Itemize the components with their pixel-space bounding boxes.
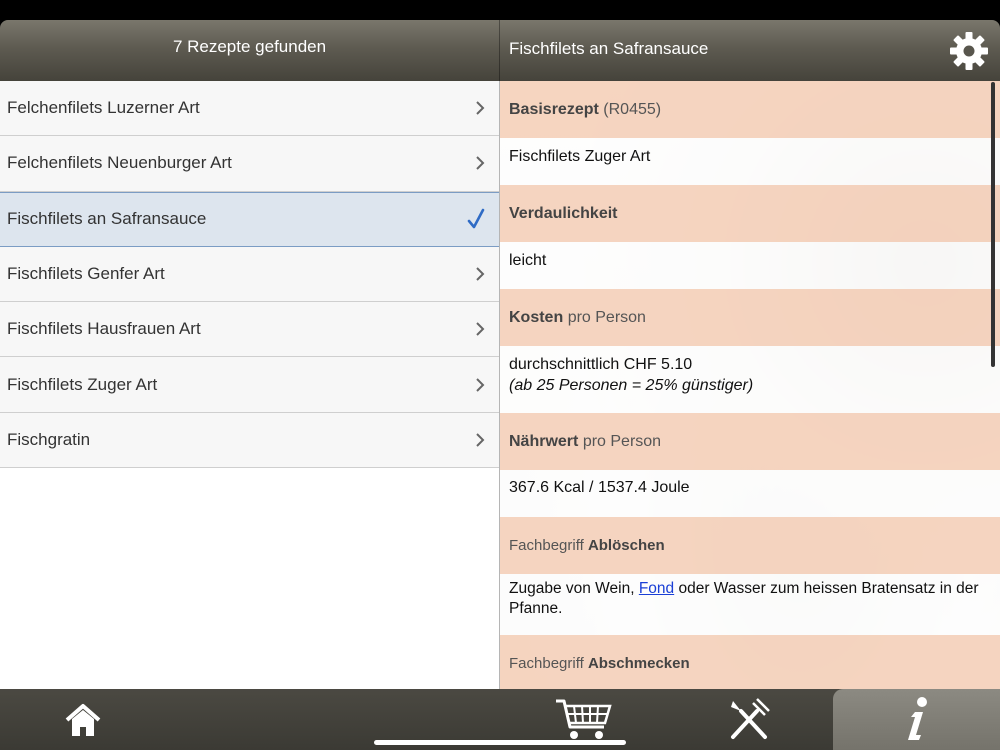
fork-knife-icon	[731, 698, 770, 739]
chevron-right-icon	[476, 156, 485, 171]
header-divider	[499, 20, 500, 81]
digestibility-value: leicht	[509, 252, 547, 269]
section-title: Basisrezept	[509, 100, 599, 118]
section-header-naehrwert: Nährwert pro Person	[500, 413, 1000, 470]
section-prefix: Fachbegriff	[509, 655, 584, 672]
cost-value: durchschnittlich CHF 5.10	[509, 356, 693, 373]
nutrition-value: 367.6 Kcal / 1537.4 Joule	[509, 479, 690, 496]
tab-info[interactable]	[833, 689, 1000, 750]
recipe-row[interactable]: Felchenfilets Luzerner Art	[0, 81, 499, 137]
tab-home[interactable]	[0, 689, 166, 750]
recipe-label: Felchenfilets Luzerner Art	[7, 98, 200, 118]
status-bar	[0, 0, 1000, 20]
recipe-detail-pane[interactable]: Basisrezept (R0455) Fischfilets Zuger Ar…	[500, 81, 1000, 689]
section-title: Verdaulichkeit	[509, 204, 618, 222]
info-icon	[908, 697, 927, 740]
detail-title: Fischfilets an Safransauce	[509, 39, 709, 58]
chevron-right-icon	[476, 322, 485, 337]
checkmark-icon	[467, 208, 485, 229]
recipe-row-selected[interactable]: Fischfilets an Safransauce	[0, 191, 499, 247]
recipe-row[interactable]: Fischfilets Zuger Art	[0, 357, 499, 413]
recipe-label: Fischgratin	[7, 429, 91, 449]
gear-icon[interactable]	[947, 29, 991, 73]
section-body-naehrwert: 367.6 Kcal / 1537.4 Joule	[500, 470, 1000, 517]
section-header-kosten: Kosten pro Person	[500, 289, 1000, 346]
recipe-list: Felchenfilets Luzerner Art Felchenfilets…	[0, 81, 499, 689]
section-header-fachbegriff-abloeschen: Fachbegriff Ablöschen	[500, 517, 1000, 574]
chevron-right-icon	[476, 267, 485, 281]
base-recipe-value: Fischfilets Zuger Art	[509, 148, 651, 165]
recipe-row[interactable]: Fischfilets Hausfrauen Art	[0, 302, 499, 358]
chevron-right-icon	[476, 101, 485, 115]
section-header-verdaulichkeit: Verdaulichkeit	[500, 185, 1000, 242]
section-body-verdaulichkeit: leicht	[500, 242, 1000, 289]
recipe-label: Fischfilets Genfer Art	[7, 264, 165, 284]
section-body-kosten: durchschnittlich CHF 5.10 (ab 25 Persone…	[500, 346, 1000, 413]
chevron-right-icon	[476, 377, 485, 392]
recipe-label: Fischfilets Hausfrauen Art	[7, 319, 201, 339]
fond-link[interactable]: Fond	[639, 580, 674, 597]
term-text: Zugabe von Wein,	[509, 580, 639, 597]
recipe-row[interactable]: Fischgratin	[0, 412, 499, 469]
section-header-basisrezept: Basisrezept (R0455)	[500, 81, 1000, 138]
section-body-basisrezept: Fischfilets Zuger Art	[500, 138, 1000, 185]
recipe-label: Fischfilets Zuger Art	[7, 374, 158, 394]
section-prefix: Fachbegriff	[509, 537, 584, 554]
section-title: Nährwert	[509, 432, 579, 450]
tab-recipes[interactable]	[666, 689, 832, 750]
term-title: Ablöschen	[587, 537, 665, 554]
recipe-row[interactable]: Felchenfilets Neuenburger Art	[0, 136, 499, 192]
home-indicator	[374, 740, 626, 745]
recipe-label: Fischfilets an Safransauce	[7, 209, 207, 229]
section-body-fachbegriff-abloeschen: Zugabe von Wein, Fond oder Wasser zum he…	[500, 574, 1000, 635]
recipe-code: (R0455)	[603, 100, 662, 118]
recipe-label: Felchenfilets Neuenburger Art	[7, 153, 232, 173]
chevron-right-icon	[476, 433, 485, 447]
scrollbar[interactable]	[991, 82, 995, 367]
section-suffix: pro Person	[582, 432, 662, 450]
section-header-fachbegriff-abschmecken: Fachbegriff Abschmecken	[500, 635, 1000, 689]
section-title: Kosten	[509, 308, 564, 326]
section-suffix: pro Person	[567, 308, 646, 326]
cost-note: (ab 25 Personen = 25% günstiger)	[509, 377, 754, 394]
shopping-cart-icon	[556, 699, 612, 739]
term-title: Abschmecken	[587, 655, 690, 672]
list-title: 7 Rezepte gefunden	[172, 37, 327, 56]
recipe-row[interactable]: Fischfilets Genfer Art	[0, 246, 499, 303]
navigation-header: 7 Rezepte gefunden Fischfilets an Safran…	[0, 20, 1000, 81]
home-icon	[65, 704, 101, 736]
